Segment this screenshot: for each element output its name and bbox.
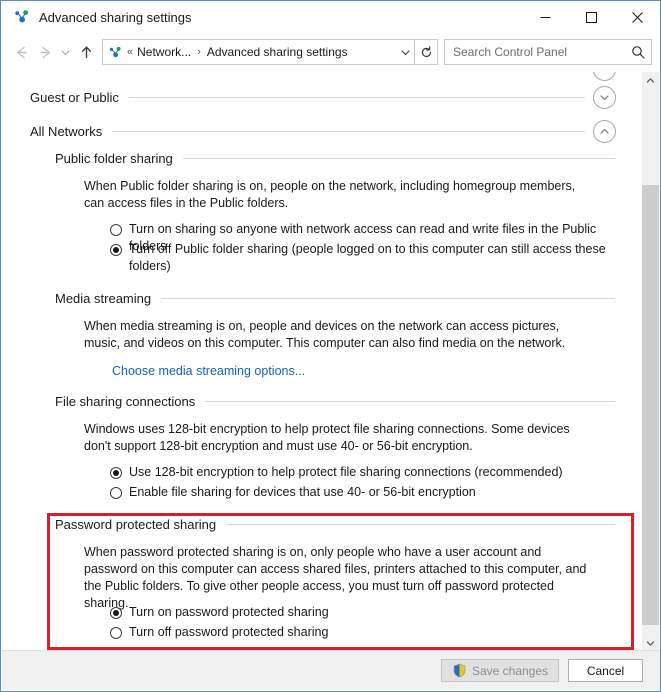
profile-header-guest-or-public[interactable]: Guest or Public	[30, 90, 585, 105]
advanced-sharing-settings-window: Advanced sharing settings « Network... ›…	[0, 0, 661, 692]
radio-indicator[interactable]	[110, 467, 122, 479]
breadcrumb-overflow[interactable]: «	[127, 46, 133, 58]
recent-locations-button[interactable]	[57, 40, 74, 64]
divider	[161, 298, 615, 299]
settings-content: Guest or Public All Networks Public fold…	[2, 72, 644, 652]
window-title: Advanced sharing settings	[39, 9, 192, 25]
profile-label: Guest or Public	[30, 90, 119, 105]
radio-password-protected-on[interactable]: Turn on password protected sharing	[110, 604, 610, 621]
public-folder-description: When Public folder sharing is on, people…	[84, 179, 576, 210]
chevron-down-icon[interactable]	[593, 86, 616, 109]
search-input[interactable]: Search Control Panel	[453, 45, 625, 59]
title-bar: Advanced sharing settings	[1, 1, 660, 33]
network-sharing-icon	[13, 8, 31, 26]
radio-label: Enable file sharing for devices that use…	[129, 485, 476, 499]
radio-label: Turn off password protected sharing	[129, 625, 329, 639]
divider	[205, 401, 615, 402]
vertical-scrollbar[interactable]	[641, 72, 659, 652]
radio-128bit-encryption[interactable]: Use 128-bit encryption to help protect f…	[110, 464, 610, 481]
close-button[interactable]	[614, 1, 660, 33]
breadcrumb-bar[interactable]: « Network... › Advanced sharing settings	[102, 39, 438, 65]
radio-indicator[interactable]	[110, 487, 122, 499]
forward-button[interactable]	[33, 40, 57, 64]
address-bar: « Network... › Advanced sharing settings…	[1, 33, 660, 71]
scrollbar-thumb[interactable]	[642, 185, 659, 625]
divider	[226, 524, 615, 525]
section-header-media-streaming: Media streaming	[55, 291, 615, 306]
section-title: Password protected sharing	[55, 517, 217, 532]
file-sharing-description: Windows uses 128-bit encryption to help …	[84, 422, 570, 453]
scroll-up-button[interactable]	[642, 72, 659, 89]
section-title: Media streaming	[55, 291, 152, 306]
divider	[112, 131, 585, 132]
breadcrumb-current[interactable]: Advanced sharing settings	[207, 45, 348, 59]
radio-password-protected-off[interactable]: Turn off password protected sharing	[110, 624, 610, 641]
divider	[182, 158, 615, 159]
radio-public-folder-off[interactable]: Turn off Public folder sharing (people l…	[110, 241, 610, 275]
back-button[interactable]	[9, 40, 33, 64]
chevron-down-icon[interactable]	[396, 47, 414, 58]
section-header-public-folder-sharing: Public folder sharing	[55, 151, 615, 166]
section-title: Public folder sharing	[55, 151, 173, 166]
profile-header-all-networks[interactable]: All Networks	[30, 124, 585, 139]
search-box[interactable]: Search Control Panel	[444, 39, 652, 65]
dialog-footer: Save changes Cancel	[2, 650, 660, 690]
minimize-button[interactable]	[522, 1, 568, 33]
save-changes-label: Save changes	[471, 663, 548, 678]
uac-shield-icon	[452, 663, 467, 678]
chevron-up-icon[interactable]	[593, 120, 616, 143]
cancel-label: Cancel	[586, 663, 625, 678]
save-changes-button[interactable]: Save changes	[440, 659, 559, 682]
profile-label: All Networks	[30, 124, 103, 139]
network-sharing-icon	[108, 45, 123, 60]
radio-indicator[interactable]	[110, 607, 122, 619]
section-header-password-protected-sharing: Password protected sharing	[55, 517, 615, 532]
radio-label: Use 128-bit encryption to help protect f…	[129, 465, 563, 479]
up-button[interactable]	[74, 40, 98, 64]
search-icon[interactable]	[625, 45, 651, 59]
password-protected-description: When password protected sharing is on, o…	[84, 545, 587, 610]
choose-media-streaming-options-link[interactable]: Choose media streaming options...	[112, 364, 305, 378]
breadcrumb-parent[interactable]: Network...	[137, 45, 191, 59]
cancel-button[interactable]: Cancel	[568, 659, 643, 682]
radio-indicator[interactable]	[110, 244, 122, 256]
refresh-icon[interactable]	[414, 40, 437, 64]
section-header-file-sharing-connections: File sharing connections	[55, 394, 615, 409]
media-streaming-description: When media streaming is on, people and d…	[84, 319, 566, 350]
section-title: File sharing connections	[55, 394, 196, 409]
breadcrumb-separator: ›	[197, 46, 201, 58]
radio-indicator[interactable]	[110, 224, 122, 236]
radio-40-56bit-encryption[interactable]: Enable file sharing for devices that use…	[110, 484, 610, 501]
radio-indicator[interactable]	[110, 627, 122, 639]
window-controls	[522, 1, 660, 33]
divider	[128, 97, 585, 98]
maximize-button[interactable]	[568, 1, 614, 33]
profile-toggle-partial[interactable]	[593, 72, 616, 81]
radio-label: Turn on password protected sharing	[129, 605, 329, 619]
radio-label: Turn off Public folder sharing (people l…	[129, 242, 606, 273]
